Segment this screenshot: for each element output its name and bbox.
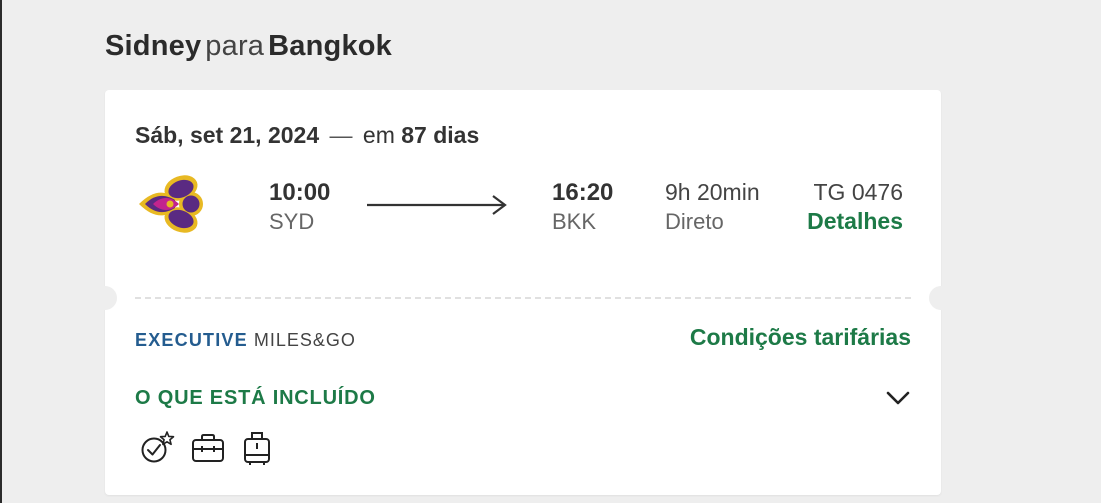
flight-number: TG 0476 xyxy=(813,179,904,205)
fare-class-label: EXECUTIVE xyxy=(135,330,248,350)
flight-details-link[interactable]: Detalhes xyxy=(807,208,903,235)
ticket-notch-left xyxy=(93,286,117,310)
loyalty-program-label: MILES&GO xyxy=(253,330,356,350)
days-until-flight: 87 dias xyxy=(401,122,480,148)
thai-airways-logo-icon xyxy=(137,170,209,238)
fare-conditions-link[interactable]: Condições tarifárias xyxy=(690,324,911,351)
window-left-edge xyxy=(0,0,2,503)
seat-selection-star-icon xyxy=(139,430,175,466)
route-title: Sidney para Bangkok xyxy=(105,30,392,63)
departure-time: 10:00 xyxy=(269,179,331,206)
flight-stops: Direto xyxy=(665,209,724,234)
departure-airport-code: SYD xyxy=(269,209,315,234)
included-section-title: O QUE ESTÁ INCLUÍDO xyxy=(135,387,376,409)
arrival-time: 16:20 xyxy=(552,179,614,206)
chevron-down-icon[interactable] xyxy=(885,388,911,408)
route-destination: Bangkok xyxy=(268,30,393,62)
ticket-notch-right xyxy=(929,286,953,310)
flight-duration: 9h 20min xyxy=(665,179,760,205)
flight-date-line: Sáb, set 21, 2024 — em 87 dias xyxy=(135,122,479,149)
ticket-divider xyxy=(135,297,911,299)
route-arrow-icon xyxy=(365,193,509,217)
briefcase-icon xyxy=(190,430,226,466)
flight-date: Sáb, set 21, 2024 xyxy=(135,122,320,148)
flight-card: Sáb, set 21, 2024 — em 87 dias 10:00 SYD… xyxy=(93,90,953,495)
arrival-airport-code: BKK xyxy=(552,209,597,234)
carry-on-luggage-icon xyxy=(239,430,275,466)
date-separator: — xyxy=(329,122,353,148)
route-origin: Sidney xyxy=(105,30,202,62)
fare-brand: EXECUTIVE MILES&GO xyxy=(135,330,356,351)
route-connector: para xyxy=(205,30,265,62)
days-prefix: em xyxy=(362,122,395,148)
